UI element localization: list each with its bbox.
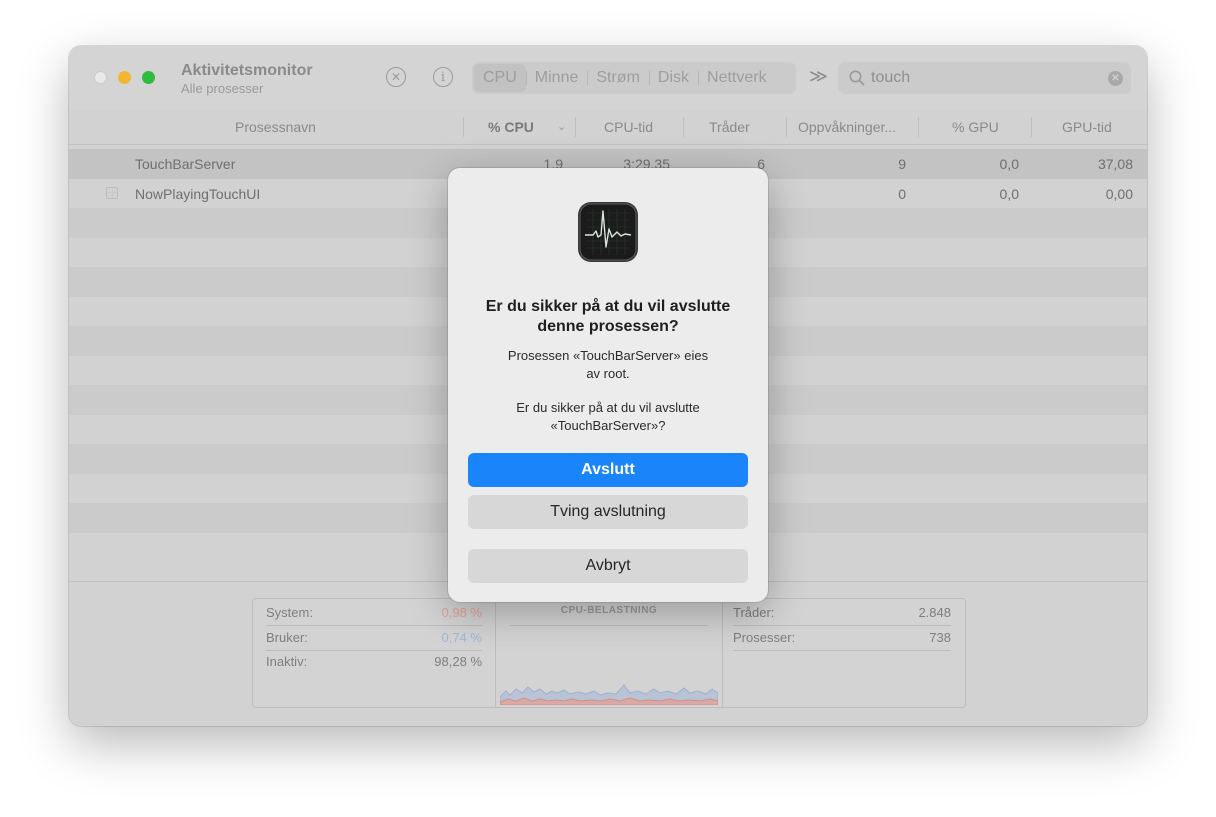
gpu-time: 37,08 [1097,156,1133,172]
stat-threads: Tråder: 2.848 [733,601,951,626]
stat-system: System: 0,98 % [266,601,482,626]
stat-processes: Prosesser: 738 [733,626,951,651]
zoom-window-button[interactable] [142,71,155,84]
dialog-message-line1: Prosessen «TouchBarServer» eies [507,348,709,363]
tab-disk[interactable]: Disk [648,64,698,92]
dialog-message-line3: Er du sikker på at du vil avslutte [516,400,700,415]
dialog-title: Er du sikker på at du vil avslutte denne… [485,298,731,335]
column-gpu-percent[interactable]: % GPU [952,119,999,135]
chevron-down-icon: ⌄ [557,121,567,133]
clear-circle-icon[interactable]: ✕ [1108,71,1123,86]
gpu-time: 0,00 [1105,185,1133,202]
quit-process-dialog: Er du sikker på at du vil avslutte denne… [448,168,768,602]
force-quit-button[interactable]: Tving avslutning [468,495,748,529]
tab-memory[interactable]: Minne [525,64,588,92]
process-icon [106,186,118,199]
close-window-button[interactable] [94,71,107,84]
window-subtitle: Alle prosesser [181,81,264,96]
graph-title: CPU-BELASTNING [560,605,658,616]
stop-process-button[interactable]: ✕ [386,67,406,87]
minimize-window-button[interactable] [118,71,131,84]
cancel-button[interactable]: Avbryt [468,549,748,583]
tab-cpu[interactable]: CPU [474,64,526,92]
dialog-message-line4: «TouchBarServer»? [550,418,666,433]
wakeups: 0 [898,185,906,202]
toolbar: Aktivitetsmonitor Alle prosesser ✕ i CPU… [69,46,1147,111]
cpu-load-chart [500,684,718,705]
table-header: Prosessnavn % CPU ⌄ CPU-tid Tråder Oppvå… [69,110,1147,145]
window-title: Aktivitetsmonitor [181,62,313,79]
wakeups: 9 [898,156,906,172]
search-field[interactable]: touch ✕ [838,62,1131,94]
activity-monitor-app-icon [578,202,638,262]
cpu-load-graph: CPU-BELASTNING [495,599,723,707]
column-process-name[interactable]: Prosessnavn [235,119,316,135]
x-circle-icon: ✕ [390,70,402,84]
summary-panel: System: 0,98 % Bruker: 0,74 % Inaktiv: 9… [69,581,1147,726]
process-name: NowPlayingTouchUI [135,185,261,202]
gpu-percent: 0,0 [999,185,1019,202]
dialog-message-line2: av root. [586,366,630,381]
column-threads[interactable]: Tråder [709,119,750,135]
quit-button[interactable]: Avslutt [468,453,748,487]
gpu-percent: 0,0 [999,156,1019,172]
column-wakeups[interactable]: Oppvåkninger... [798,119,896,135]
column-cpu-time[interactable]: CPU-tid [604,119,653,135]
stat-idle: Inaktiv: 98,28 % [266,654,482,669]
info-button[interactable]: i [433,67,453,87]
tab-energy[interactable]: Strøm [587,64,649,92]
column-cpu-percent[interactable]: % CPU [488,119,534,135]
column-gpu-time[interactable]: GPU-tid [1062,119,1112,135]
stat-user: Bruker: 0,74 % [266,626,482,651]
tab-network[interactable]: Nettverk [698,64,776,92]
category-tabs: CPU Minne Strøm Disk Nettverk [472,62,796,94]
double-chevron-right-icon[interactable]: ≫ [809,66,828,87]
info-circle-icon: i [440,69,446,85]
cpu-stats-box: System: 0,98 % Bruker: 0,74 % Inaktiv: 9… [252,598,966,708]
search-input[interactable]: touch [871,69,910,87]
magnifying-glass-icon [849,70,865,86]
process-name: TouchBarServer [135,156,236,172]
